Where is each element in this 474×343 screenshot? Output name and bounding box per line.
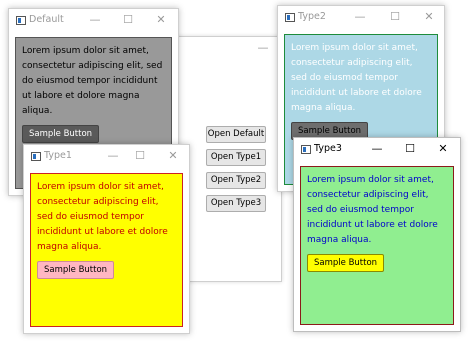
maximize-icon[interactable]: ☐ <box>404 142 416 156</box>
lorem-text: Lorem ipsum dolor sit amet, consectetur … <box>307 175 438 245</box>
window-title: Type3 <box>314 143 342 154</box>
lorem-text: Lorem ipsum dolor sit amet, consectetur … <box>291 43 422 113</box>
type2-titlebar: Type2 — ☐ ✕ <box>278 6 444 30</box>
type3-content: Lorem ipsum dolor sit amet, consectetur … <box>300 166 454 325</box>
maximize-icon[interactable]: ☐ <box>389 10 401 24</box>
window-title: Type2 <box>298 11 326 22</box>
minimize-icon[interactable]: — <box>89 13 101 27</box>
type1-content: Lorem ipsum dolor sit amet, consectetur … <box>30 173 183 327</box>
open-type3-button[interactable]: Open Type3 <box>206 195 266 212</box>
window-title: Type1 <box>44 150 72 161</box>
open-type2-button[interactable]: Open Type2 <box>206 172 266 189</box>
minimize-icon[interactable]: — <box>371 142 383 156</box>
minimize-icon[interactable]: — <box>354 10 366 24</box>
lorem-text: Lorem ipsum dolor sit amet, consectetur … <box>37 182 168 252</box>
minimize-icon[interactable]: — <box>257 41 269 55</box>
main-titlebar: — <box>173 37 281 61</box>
close-icon[interactable]: ✕ <box>423 10 435 24</box>
default-titlebar: Default — ☐ ✕ <box>9 9 178 33</box>
minimize-icon[interactable]: — <box>107 149 119 163</box>
type1-window: Type1 — ☐ ✕ Lorem ipsum dolor sit amet, … <box>23 144 190 334</box>
app-icon <box>301 145 311 154</box>
sample-button[interactable]: Sample Button <box>307 254 385 272</box>
window-title: Default <box>29 14 64 25</box>
close-icon[interactable]: ✕ <box>167 149 179 163</box>
sample-button[interactable]: Sample Button <box>22 125 100 143</box>
app-icon <box>16 16 26 25</box>
app-icon <box>31 152 41 161</box>
open-type1-button[interactable]: Open Type1 <box>206 149 266 166</box>
maximize-icon[interactable]: ☐ <box>122 13 134 27</box>
type3-titlebar: Type3 — ☐ ✕ <box>294 138 460 162</box>
close-icon[interactable]: ✕ <box>155 13 167 27</box>
maximize-icon[interactable]: ☐ <box>134 149 146 163</box>
app-icon <box>285 13 295 22</box>
sample-button[interactable]: Sample Button <box>37 261 115 279</box>
type3-window: Type3 — ☐ ✕ Lorem ipsum dolor sit amet, … <box>293 137 461 332</box>
type1-titlebar: Type1 — ☐ ✕ <box>24 145 189 169</box>
open-default-button[interactable]: Open Default <box>206 126 266 143</box>
close-icon[interactable]: ✕ <box>437 142 449 156</box>
lorem-text: Lorem ipsum dolor sit amet, consectetur … <box>22 46 163 116</box>
